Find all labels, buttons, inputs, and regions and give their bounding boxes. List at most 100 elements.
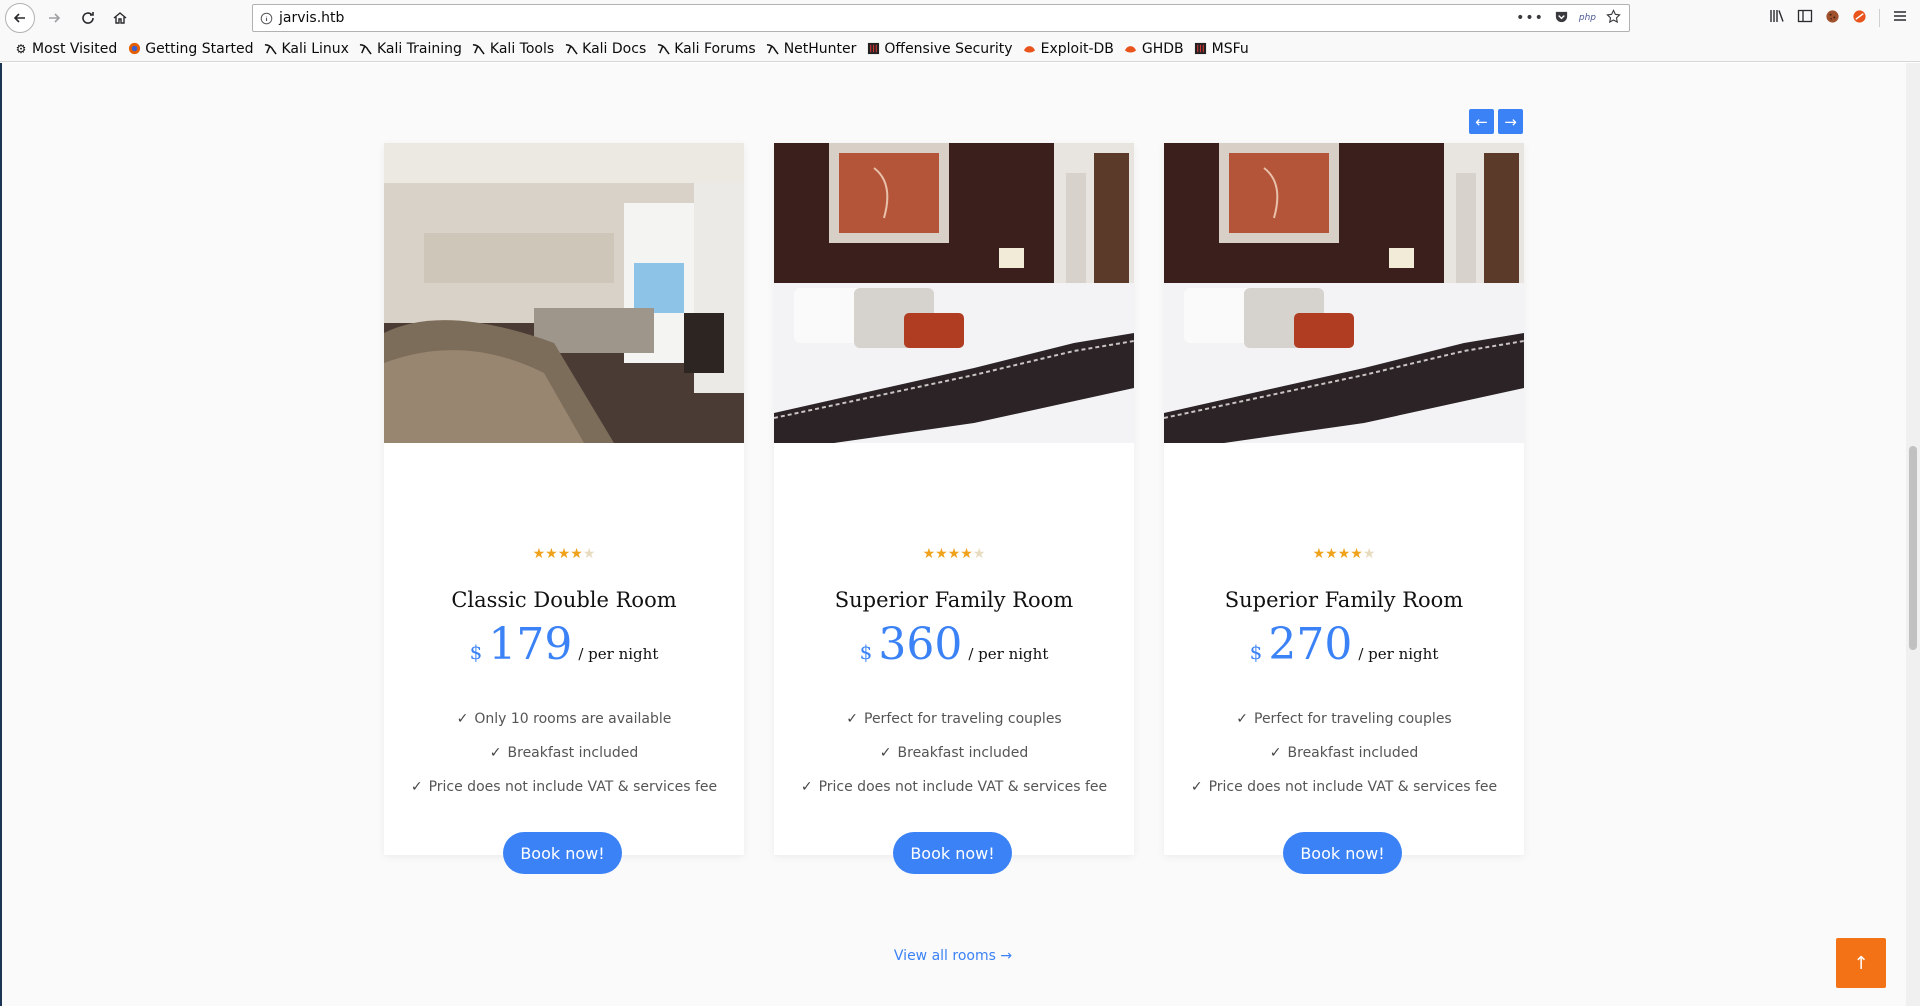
sidebar-icon[interactable] [1797,8,1813,28]
book-now-button[interactable]: Book now! [503,832,622,874]
price-currency: $ [469,640,483,664]
bookmark-getting-started[interactable]: Getting Started [127,41,253,57]
book-now-button[interactable]: Book now! [893,832,1012,874]
forward-button[interactable] [39,3,69,33]
room-image[interactable] [1164,143,1524,443]
star-icon: ★ [1362,546,1376,562]
home-button[interactable] [105,3,135,33]
scroll-to-top-button[interactable]: ↑ [1836,938,1886,988]
pocket-icon[interactable] [1554,9,1569,28]
offsec-icon [1194,42,1208,56]
list-item: ✓ Breakfast included [879,745,1029,761]
bookmark-star-icon[interactable] [1606,8,1621,28]
bookmark-nethunter[interactable]: NetHunter [766,41,856,57]
bookmark-kali-linux[interactable]: Kali Linux [263,41,349,57]
feature-list: ✓ Perfect for traveling couples ✓ Breakfas… [774,702,1134,804]
list-item: ✓ Price does not include VAT & services f… [410,779,718,795]
view-all-rooms-link[interactable]: View all rooms → [0,948,1906,964]
check-icon: ✓ [1190,779,1203,795]
kali-icon [656,42,670,56]
check-icon: ✓ [410,779,423,795]
price-unit: / per night [1358,645,1439,663]
star-rating: ★★★★★ [384,546,744,562]
star-icon: ★ [935,546,948,562]
bookmark-kali-training[interactable]: Kali Training [359,41,462,57]
price-currency: $ [1249,640,1263,664]
list-item: ✓ Perfect for traveling couples [846,711,1062,727]
exploitdb-icon [1023,42,1037,56]
browser-toolbar: jarvis.htb ••• php [0,0,1920,36]
price-value: 179 [488,619,573,670]
list-item: ✓ Price does not include VAT & services f… [800,779,1108,795]
bookmark-kali-forums[interactable]: Kali Forums [656,41,756,57]
url-bar[interactable]: jarvis.htb ••• php [252,4,1630,32]
room-title: Superior Family Room [1224,588,1464,612]
room-image[interactable] [384,143,744,443]
room-price: $ 270 / per night [1164,623,1524,667]
exploitdb-icon [1124,42,1138,56]
bookmark-offensive-security[interactable]: Offensive Security [866,41,1013,57]
check-icon: ✓ [489,745,502,761]
scrollbar-thumb[interactable] [1909,446,1917,650]
star-icon: ★ [1325,546,1338,562]
book-now-button[interactable]: Book now! [1283,832,1402,874]
feature-list: ✓ Perfect for traveling couples ✓ Breakfas… [1164,702,1524,804]
price-value: 270 [1268,619,1353,670]
page-actions-icon[interactable]: ••• [1516,10,1544,26]
kali-icon [263,42,277,56]
star-icon: ★ [1350,546,1363,562]
star-icon: ★ [947,546,961,562]
list-item: ✓ Perfect for traveling couples [1236,711,1452,727]
firefox-icon [127,42,141,56]
bookmark-msfu[interactable]: MSFu [1194,41,1249,57]
price-value: 360 [878,619,963,670]
room-price: $ 360 / per night [774,623,1134,667]
extension-icon[interactable] [1852,9,1867,28]
star-icon: ★ [972,546,986,562]
menu-icon[interactable] [1892,8,1908,28]
bookmark-kali-tools[interactable]: Kali Tools [472,41,554,57]
arrow-right-icon [49,13,61,23]
star-icon: ★ [532,546,546,562]
star-icon: ★ [1337,546,1351,562]
bookmark-ghdb[interactable]: GHDB [1124,41,1184,57]
bookmark-exploit-db[interactable]: Exploit-DB [1023,41,1114,57]
carousel-next-button[interactable]: → [1498,109,1523,134]
gear-icon: ⚙ [15,41,27,56]
back-button[interactable] [5,3,35,33]
bookmarks-toolbar: ⚙ Most Visited Getting Started Kali Linux… [0,36,1920,62]
reload-icon [82,12,94,24]
kali-icon [766,42,780,56]
star-icon: ★ [960,546,973,562]
page-scrollbar[interactable] [1906,63,1920,1006]
check-icon: ✓ [879,745,892,761]
url-text[interactable]: jarvis.htb [279,10,1516,26]
star-icon: ★ [582,546,596,562]
room-price: $ 179 / per night [384,623,744,667]
kali-icon [359,42,373,56]
info-icon[interactable] [253,12,279,25]
check-icon: ✓ [846,711,858,727]
price-unit: / per night [968,645,1049,663]
room-title: Superior Family Room [834,588,1074,612]
arrow-left-icon [13,13,25,23]
star-icon: ★ [545,546,558,562]
bookmark-kali-docs[interactable]: Kali Docs [564,41,646,57]
bookmark-most-visited[interactable]: ⚙ Most Visited [14,41,118,57]
library-icon[interactable] [1769,8,1785,28]
check-icon: ✓ [456,711,469,727]
star-icon: ★ [922,546,936,562]
carousel-prev-button[interactable]: ← [1469,109,1494,134]
room-card: ★★★★★ Classic Double Room $ 179 / per ni… [384,143,744,874]
room-title: Classic Double Room [451,588,677,612]
reload-button[interactable] [73,3,103,33]
room-image[interactable] [774,143,1134,443]
star-icon: ★ [1312,546,1326,562]
feature-list: ✓ Only 10 rooms are available ✓ Breakfast … [384,702,744,804]
star-rating: ★★★★★ [774,546,1134,562]
price-currency: $ [859,640,873,664]
php-icon[interactable]: php [1579,13,1596,23]
list-item: ✓ Breakfast included [1269,745,1419,761]
cookie-extension-icon[interactable] [1825,9,1840,28]
home-icon [113,12,127,24]
